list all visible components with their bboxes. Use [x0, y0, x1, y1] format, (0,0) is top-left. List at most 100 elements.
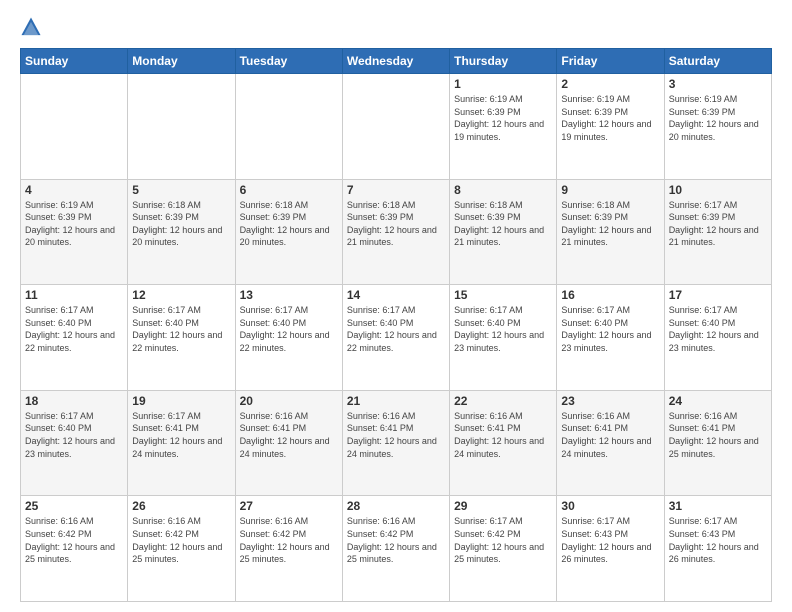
day-info: Sunrise: 6:16 AM Sunset: 6:41 PM Dayligh… — [669, 410, 767, 460]
day-cell: 23 Sunrise: 6:16 AM Sunset: 6:41 PM Dayli… — [557, 390, 664, 496]
day-number: 3 — [669, 77, 767, 91]
day-cell: 7 Sunrise: 6:18 AM Sunset: 6:39 PM Daylig… — [342, 179, 449, 285]
day-cell: 13Sunrise: 6:17 AM Sunset: 6:40 PM Dayli… — [235, 285, 342, 391]
day-number: 2 — [561, 77, 659, 91]
day-cell: 9 Sunrise: 6:18 AM Sunset: 6:39 PM Daylig… — [557, 179, 664, 285]
day-info: Sunrise: 6:16 AM Sunset: 6:42 PM Dayligh… — [347, 515, 445, 565]
day-info: Sunrise: 6:17 AM Sunset: 6:40 PM Dayligh… — [669, 304, 767, 354]
day-number: 13 — [240, 288, 338, 302]
day-number: 17 — [669, 288, 767, 302]
week-row-4: 18Sunrise: 6:17 AM Sunset: 6:40 PM Dayli… — [21, 390, 772, 496]
day-info: Sunrise: 6:18 AM Sunset: 6:39 PM Dayligh… — [561, 199, 659, 249]
day-number: 10 — [669, 183, 767, 197]
day-cell: 6 Sunrise: 6:18 AM Sunset: 6:39 PM Daylig… — [235, 179, 342, 285]
day-number: 16 — [561, 288, 659, 302]
day-cell: 24 Sunrise: 6:16 AM Sunset: 6:41 PM Dayli… — [664, 390, 771, 496]
logo — [20, 16, 46, 38]
day-info: Sunrise: 6:17 AM Sunset: 6:40 PM Dayligh… — [132, 304, 230, 354]
day-info: Sunrise: 6:17 AM Sunset: 6:40 PM Dayligh… — [561, 304, 659, 354]
day-info: Sunrise: 6:16 AM Sunset: 6:41 PM Dayligh… — [561, 410, 659, 460]
day-cell: 16 Sunrise: 6:17 AM Sunset: 6:40 PM Dayli… — [557, 285, 664, 391]
day-cell: 30 Sunrise: 6:17 AM Sunset: 6:43 PM Dayli… — [557, 496, 664, 602]
day-number: 30 — [561, 499, 659, 513]
day-info: Sunrise: 6:17 AM Sunset: 6:40 PM Dayligh… — [25, 304, 123, 354]
day-number: 24 — [669, 394, 767, 408]
day-cell: 20 Sunrise: 6:16 AM Sunset: 6:41 PM Dayli… — [235, 390, 342, 496]
weekday-header-row: SundayMondayTuesdayWednesdayThursdayFrid… — [21, 49, 772, 74]
day-cell: 18Sunrise: 6:17 AM Sunset: 6:40 PM Dayli… — [21, 390, 128, 496]
day-info: Sunrise: 6:17 AM Sunset: 6:43 PM Dayligh… — [561, 515, 659, 565]
day-cell: 5Sunrise: 6:18 AM Sunset: 6:39 PM Daylig… — [128, 179, 235, 285]
day-cell: 12 Sunrise: 6:17 AM Sunset: 6:40 PM Dayli… — [128, 285, 235, 391]
day-cell: 21 Sunrise: 6:16 AM Sunset: 6:41 PM Dayli… — [342, 390, 449, 496]
day-cell: 31 Sunrise: 6:17 AM Sunset: 6:43 PM Dayli… — [664, 496, 771, 602]
day-cell: 3Sunrise: 6:19 AM Sunset: 6:39 PM Daylig… — [664, 74, 771, 180]
weekday-header-tuesday: Tuesday — [235, 49, 342, 74]
day-number: 29 — [454, 499, 552, 513]
week-row-5: 25 Sunrise: 6:16 AM Sunset: 6:42 PM Dayli… — [21, 496, 772, 602]
day-cell: 27Sunrise: 6:16 AM Sunset: 6:42 PM Dayli… — [235, 496, 342, 602]
day-number: 11 — [25, 288, 123, 302]
day-info: Sunrise: 6:17 AM Sunset: 6:40 PM Dayligh… — [347, 304, 445, 354]
day-info: Sunrise: 6:16 AM Sunset: 6:42 PM Dayligh… — [25, 515, 123, 565]
weekday-header-friday: Friday — [557, 49, 664, 74]
day-cell — [342, 74, 449, 180]
day-number: 7 — [347, 183, 445, 197]
weekday-header-monday: Monday — [128, 49, 235, 74]
day-cell: 4 Sunrise: 6:19 AM Sunset: 6:39 PM Daylig… — [21, 179, 128, 285]
day-cell: 2Sunrise: 6:19 AM Sunset: 6:39 PM Daylig… — [557, 74, 664, 180]
day-info: Sunrise: 6:17 AM Sunset: 6:39 PM Dayligh… — [669, 199, 767, 249]
day-info: Sunrise: 6:18 AM Sunset: 6:39 PM Dayligh… — [240, 199, 338, 249]
day-cell: 19 Sunrise: 6:17 AM Sunset: 6:41 PM Dayli… — [128, 390, 235, 496]
day-number: 9 — [561, 183, 659, 197]
day-cell: 26Sunrise: 6:16 AM Sunset: 6:42 PM Dayli… — [128, 496, 235, 602]
day-cell: 1 Sunrise: 6:19 AM Sunset: 6:39 PM Daylig… — [450, 74, 557, 180]
day-cell — [235, 74, 342, 180]
day-info: Sunrise: 6:16 AM Sunset: 6:42 PM Dayligh… — [240, 515, 338, 565]
weekday-header-saturday: Saturday — [664, 49, 771, 74]
day-info: Sunrise: 6:17 AM Sunset: 6:40 PM Dayligh… — [454, 304, 552, 354]
day-number: 26 — [132, 499, 230, 513]
day-number: 8 — [454, 183, 552, 197]
day-number: 14 — [347, 288, 445, 302]
day-number: 22 — [454, 394, 552, 408]
weekday-header-thursday: Thursday — [450, 49, 557, 74]
week-row-1: 1 Sunrise: 6:19 AM Sunset: 6:39 PM Daylig… — [21, 74, 772, 180]
day-info: Sunrise: 6:19 AM Sunset: 6:39 PM Dayligh… — [454, 93, 552, 143]
week-row-2: 4 Sunrise: 6:19 AM Sunset: 6:39 PM Daylig… — [21, 179, 772, 285]
week-row-3: 11 Sunrise: 6:17 AM Sunset: 6:40 PM Dayli… — [21, 285, 772, 391]
day-number: 12 — [132, 288, 230, 302]
day-number: 1 — [454, 77, 552, 91]
day-info: Sunrise: 6:17 AM Sunset: 6:42 PM Dayligh… — [454, 515, 552, 565]
day-number: 21 — [347, 394, 445, 408]
day-info: Sunrise: 6:17 AM Sunset: 6:41 PM Dayligh… — [132, 410, 230, 460]
day-cell: 25 Sunrise: 6:16 AM Sunset: 6:42 PM Dayli… — [21, 496, 128, 602]
day-cell: 22 Sunrise: 6:16 AM Sunset: 6:41 PM Dayli… — [450, 390, 557, 496]
day-number: 31 — [669, 499, 767, 513]
weekday-header-sunday: Sunday — [21, 49, 128, 74]
day-cell: 28Sunrise: 6:16 AM Sunset: 6:42 PM Dayli… — [342, 496, 449, 602]
day-number: 6 — [240, 183, 338, 197]
day-number: 20 — [240, 394, 338, 408]
logo-icon — [20, 16, 42, 38]
day-number: 23 — [561, 394, 659, 408]
day-info: Sunrise: 6:16 AM Sunset: 6:41 PM Dayligh… — [240, 410, 338, 460]
day-info: Sunrise: 6:18 AM Sunset: 6:39 PM Dayligh… — [347, 199, 445, 249]
day-info: Sunrise: 6:19 AM Sunset: 6:39 PM Dayligh… — [25, 199, 123, 249]
day-cell: 14 Sunrise: 6:17 AM Sunset: 6:40 PM Dayli… — [342, 285, 449, 391]
day-number: 25 — [25, 499, 123, 513]
day-info: Sunrise: 6:16 AM Sunset: 6:41 PM Dayligh… — [347, 410, 445, 460]
day-cell: 15Sunrise: 6:17 AM Sunset: 6:40 PM Dayli… — [450, 285, 557, 391]
day-number: 19 — [132, 394, 230, 408]
day-info: Sunrise: 6:18 AM Sunset: 6:39 PM Dayligh… — [454, 199, 552, 249]
day-info: Sunrise: 6:16 AM Sunset: 6:41 PM Dayligh… — [454, 410, 552, 460]
day-info: Sunrise: 6:17 AM Sunset: 6:43 PM Dayligh… — [669, 515, 767, 565]
day-cell: 11 Sunrise: 6:17 AM Sunset: 6:40 PM Dayli… — [21, 285, 128, 391]
day-cell: 29 Sunrise: 6:17 AM Sunset: 6:42 PM Dayli… — [450, 496, 557, 602]
day-number: 5 — [132, 183, 230, 197]
day-number: 4 — [25, 183, 123, 197]
day-cell: 8 Sunrise: 6:18 AM Sunset: 6:39 PM Daylig… — [450, 179, 557, 285]
page: SundayMondayTuesdayWednesdayThursdayFrid… — [0, 0, 792, 612]
day-cell — [128, 74, 235, 180]
calendar-table: SundayMondayTuesdayWednesdayThursdayFrid… — [20, 48, 772, 602]
